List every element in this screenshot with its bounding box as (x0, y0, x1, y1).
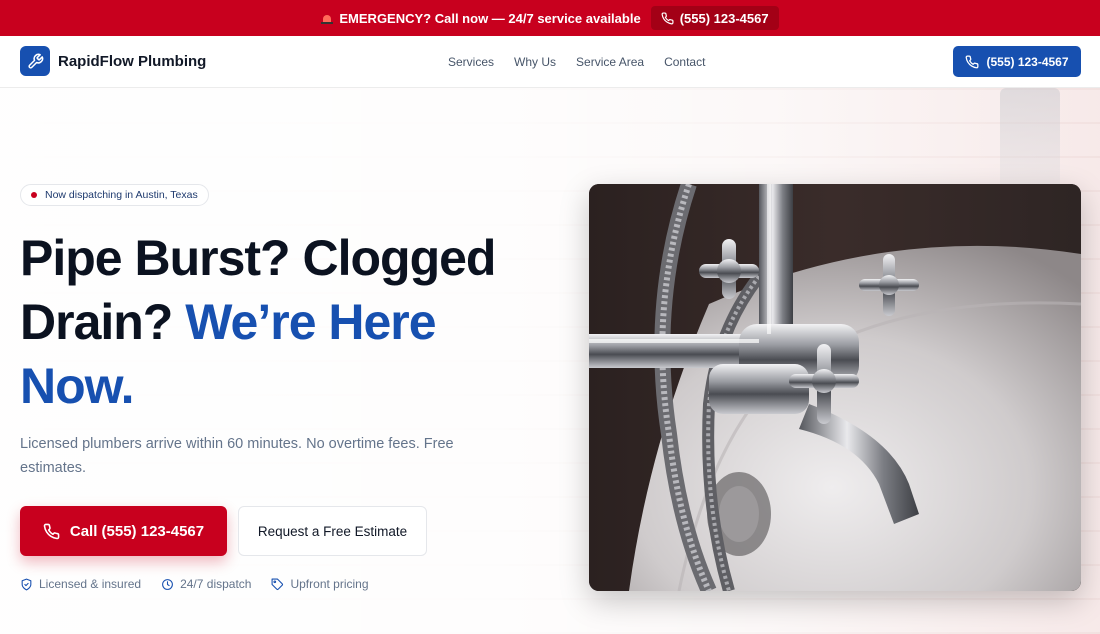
hero-content: Now dispatching in Austin, Texas Pipe Bu… (20, 184, 540, 591)
site-header: RapidFlow Plumbing Services Why Us Servi… (0, 36, 1100, 88)
phone-icon (661, 11, 674, 24)
trust-badges: Licensed & insured 24/7 dispatch Upfront… (20, 577, 540, 591)
call-now-button[interactable]: Call (555) 123-4567 (20, 506, 227, 556)
wrench-icon (27, 53, 43, 69)
hero-image-faucet (589, 184, 1081, 591)
siren-icon (321, 12, 334, 24)
shield-check-icon (21, 578, 32, 590)
emergency-message-text: EMERGENCY? Call now — 24/7 service avail… (339, 10, 641, 26)
live-dot-icon (31, 192, 37, 198)
nav-why-us[interactable]: Why Us (514, 55, 556, 69)
main-nav: Services Why Us Service Area Contact (448, 36, 705, 88)
tag-icon (272, 578, 284, 590)
trust-item-dispatch: 24/7 dispatch (161, 577, 251, 591)
trust-item-pricing: Upfront pricing (271, 577, 369, 591)
nav-contact[interactable]: Contact (664, 55, 705, 69)
trust-label: 24/7 dispatch (180, 577, 252, 591)
brand-name: RapidFlow Plumbing (58, 52, 207, 70)
trust-item-licensed: Licensed & insured (20, 577, 141, 591)
nav-service-area[interactable]: Service Area (576, 55, 644, 69)
emergency-message: EMERGENCY? Call now — 24/7 service avail… (321, 10, 641, 26)
emergency-phone-button[interactable]: (555) 123-4567 (650, 6, 779, 30)
clock-icon (162, 578, 173, 590)
call-now-label: Call (555) 123-4567 (69, 522, 205, 540)
emergency-bar: EMERGENCY? Call now — 24/7 service avail… (0, 0, 1100, 36)
hero-subtext: Licensed plumbers arrive within 60 minut… (20, 436, 454, 476)
dispatch-badge-text: Now dispatching in Austin, Texas (45, 189, 198, 201)
hero-headline: Pipe Burst? Clogged Drain? We’re Here No… (20, 226, 500, 418)
header-phone-button[interactable]: (555) 123-4567 (953, 46, 1081, 77)
logo-badge (20, 46, 50, 76)
request-estimate-button[interactable]: Request a Free Estimate (238, 506, 427, 556)
phone-icon (966, 55, 979, 68)
header-phone-number: (555) 123-4567 (986, 54, 1069, 69)
brand-logo[interactable]: RapidFlow Plumbing (20, 46, 206, 76)
nav-services[interactable]: Services (448, 55, 494, 69)
cta-row: Call (555) 123-4567 Request a Free Estim… (20, 506, 540, 556)
dispatch-badge: Now dispatching in Austin, Texas (20, 184, 209, 206)
trust-label: Licensed & insured (39, 577, 142, 591)
faucet-photo (589, 184, 1081, 591)
phone-icon (43, 523, 60, 539)
emergency-phone-number: (555) 123-4567 (679, 10, 769, 26)
trust-label: Upfront pricing (290, 577, 369, 591)
